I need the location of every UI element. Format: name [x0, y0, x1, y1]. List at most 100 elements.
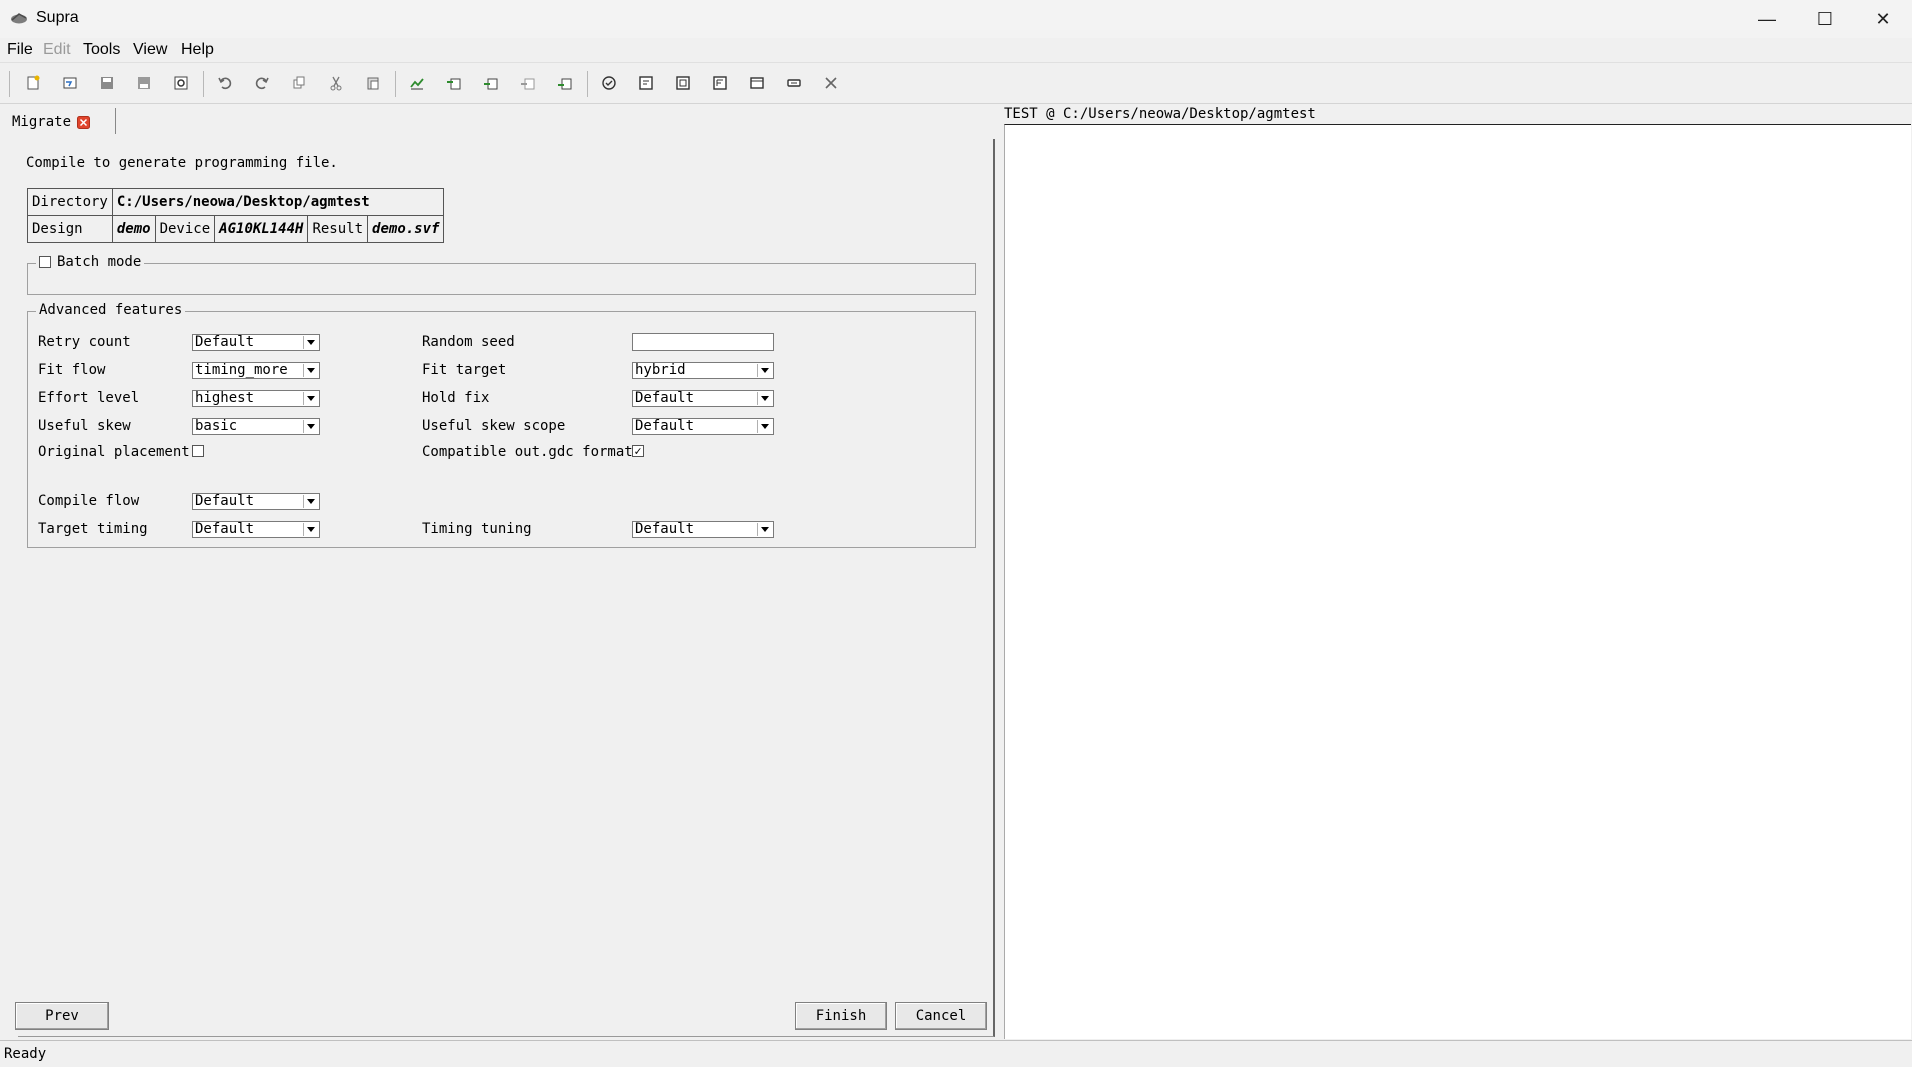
cancel-button[interactable]: Cancel: [895, 1002, 987, 1030]
dropdown-arrow-icon: [303, 495, 318, 508]
dropdown-arrow-icon: [757, 364, 772, 377]
dropdown-arrow-icon: [303, 392, 318, 405]
compile-flow-value: Default: [195, 493, 255, 509]
settings-icon[interactable]: [170, 72, 192, 94]
toolbar-separator: [587, 71, 588, 97]
finish-button[interactable]: Finish: [795, 1002, 887, 1030]
result-value: demo.svf: [367, 215, 445, 243]
timing-tuning-label: Timing tuning: [422, 521, 532, 537]
toolbar: [0, 62, 1912, 104]
new-file-icon[interactable]: [22, 72, 44, 94]
menu-bar: File Edit Tools View Help: [0, 38, 1912, 62]
useful-skew-select[interactable]: basic: [192, 418, 320, 435]
panel-5-icon[interactable]: [783, 72, 805, 94]
prev-button[interactable]: Prev: [15, 1002, 109, 1030]
effort-level-value: highest: [195, 390, 255, 406]
import-4-icon[interactable]: [554, 72, 576, 94]
retry-count-select[interactable]: Default: [192, 334, 320, 351]
design-label: Design: [27, 215, 113, 243]
console-area[interactable]: [1004, 124, 1911, 1039]
device-label: Device: [154, 215, 216, 243]
effort-level-label: Effort level: [38, 390, 140, 406]
retry-count-label: Retry count: [38, 334, 131, 350]
minimize-icon: —: [1758, 8, 1776, 29]
original-placement-checkbox[interactable]: [192, 445, 204, 457]
device-value: AG10KL144H: [214, 215, 309, 243]
copy-icon[interactable]: [288, 72, 310, 94]
random-seed-input[interactable]: [632, 333, 774, 351]
timing-tuning-select[interactable]: Default: [632, 521, 774, 538]
toolbar-separator: [395, 71, 396, 97]
batch-mode-label: Batch mode: [57, 254, 142, 270]
batch-mode-legend: Batch mode: [36, 254, 145, 270]
hold-fix-value: Default: [635, 390, 695, 406]
fit-flow-select[interactable]: timing_more: [192, 362, 320, 379]
app-logo-icon: [11, 13, 27, 24]
advanced-features-legend: Advanced features: [36, 302, 186, 318]
panel-3-icon[interactable]: [709, 72, 731, 94]
result-label: Result: [307, 215, 369, 243]
undo-icon[interactable]: [214, 72, 236, 94]
dropdown-arrow-icon: [757, 392, 772, 405]
chart-icon[interactable]: [406, 72, 428, 94]
compile-flow-select[interactable]: Default: [192, 493, 320, 510]
target-timing-value: Default: [195, 521, 255, 537]
panel-1-icon[interactable]: [635, 72, 657, 94]
batch-mode-group: Batch mode: [27, 254, 976, 295]
useful-skew-label: Useful skew: [38, 418, 131, 434]
dropdown-arrow-icon: [303, 364, 318, 377]
dropdown-arrow-icon: [303, 420, 318, 433]
panel-4-icon[interactable]: [746, 72, 768, 94]
useful-skew-value: basic: [195, 418, 238, 434]
menu-file[interactable]: File: [7, 41, 33, 59]
target-timing-select[interactable]: Default: [192, 521, 320, 538]
migrate-panel: Migrate Compile to generate programming …: [0, 103, 995, 1038]
menu-view[interactable]: View: [133, 41, 167, 59]
fit-flow-label: Fit flow: [38, 362, 106, 378]
compile-flow-label: Compile flow: [38, 493, 140, 509]
hold-fix-label: Hold fix: [422, 390, 490, 406]
save-as-icon[interactable]: [133, 72, 155, 94]
compatible-gdc-label: Compatible out.gdc format: [422, 444, 633, 460]
intro-text: Compile to generate programming file.: [26, 155, 338, 171]
minimize-button[interactable]: —: [1738, 0, 1796, 38]
title-bar: Supra — ☐ ✕: [0, 0, 1912, 38]
import-1-icon[interactable]: [443, 72, 465, 94]
check-icon[interactable]: [598, 72, 620, 94]
import-3-icon[interactable]: [517, 72, 539, 94]
paste-icon[interactable]: [362, 72, 384, 94]
effort-level-select[interactable]: highest: [192, 390, 320, 407]
advanced-features-group: Advanced features Retry count Default Ra…: [27, 302, 976, 548]
timing-tuning-value: Default: [635, 521, 695, 537]
save-icon[interactable]: [96, 72, 118, 94]
menu-tools[interactable]: Tools: [83, 41, 120, 59]
maximize-button[interactable]: ☐: [1796, 0, 1854, 38]
panel-2-icon[interactable]: [672, 72, 694, 94]
toolbar-separator: [203, 71, 204, 97]
checkmark-icon: ✓: [634, 444, 642, 458]
redo-icon[interactable]: [251, 72, 273, 94]
tab-close-icon[interactable]: [77, 115, 91, 129]
fit-flow-value: timing_more: [195, 362, 288, 378]
import-2-icon[interactable]: [480, 72, 502, 94]
useful-skew-scope-select[interactable]: Default: [632, 418, 774, 435]
status-text: Ready: [4, 1046, 47, 1062]
menu-edit[interactable]: Edit: [43, 41, 71, 59]
target-timing-label: Target timing: [38, 521, 148, 537]
dropdown-arrow-icon: [757, 420, 772, 433]
menu-help[interactable]: Help: [181, 41, 214, 59]
close-toolbar-icon[interactable]: [820, 72, 842, 94]
fit-target-select[interactable]: hybrid: [632, 362, 774, 379]
tab-migrate[interactable]: Migrate: [12, 110, 91, 134]
close-window-button[interactable]: ✕: [1854, 0, 1912, 38]
open-file-icon[interactable]: [59, 72, 81, 94]
batch-mode-checkbox[interactable]: [39, 256, 51, 268]
tab-migrate-label: Migrate: [12, 114, 72, 130]
hold-fix-select[interactable]: Default: [632, 390, 774, 407]
cut-icon[interactable]: [325, 72, 347, 94]
compatible-gdc-checkbox[interactable]: ✓: [632, 445, 644, 457]
advanced-features-title: Advanced features: [39, 302, 183, 318]
retry-count-value: Default: [195, 334, 255, 350]
dropdown-arrow-icon: [303, 336, 318, 349]
tab-separator: [115, 108, 116, 134]
